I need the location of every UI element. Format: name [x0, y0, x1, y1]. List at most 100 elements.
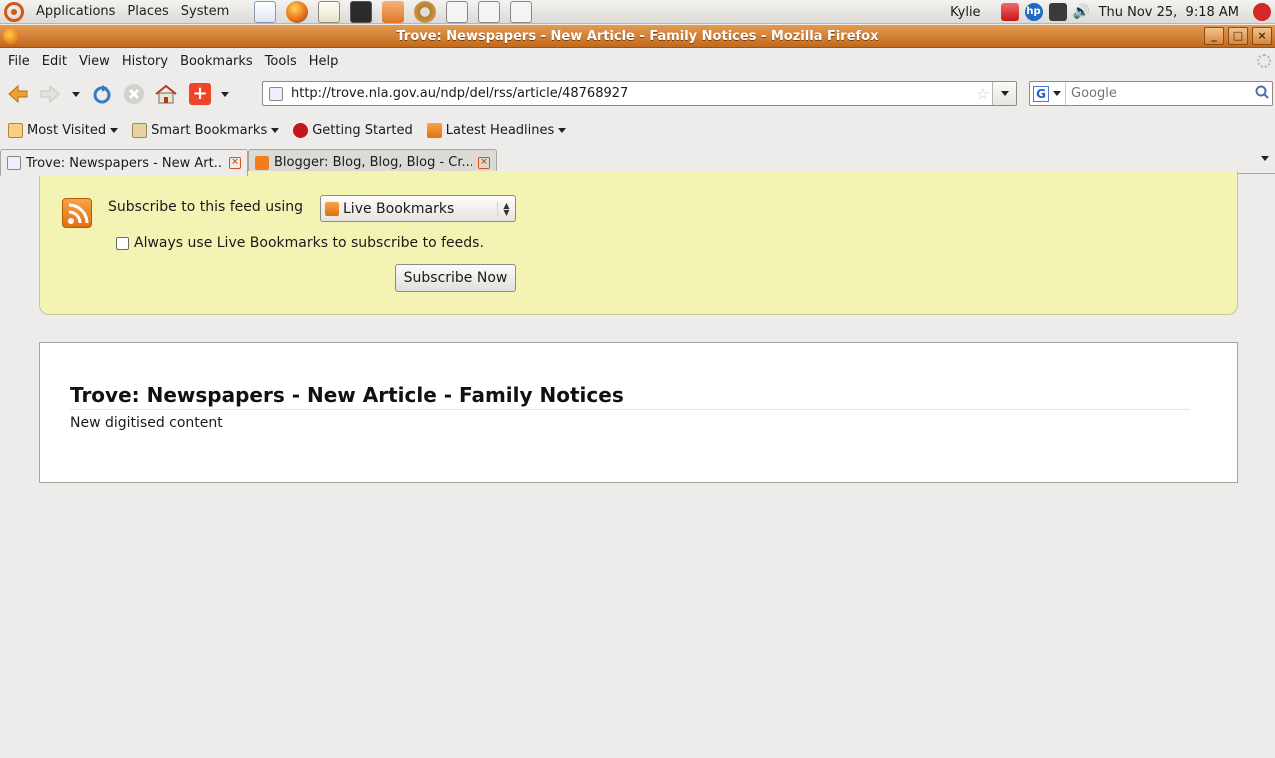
menu-bookmarks[interactable]: Bookmarks	[174, 54, 259, 69]
search-engine-caret-icon	[1053, 91, 1061, 96]
addthis-dropdown-button[interactable]	[218, 80, 232, 108]
stop-button[interactable]	[120, 80, 148, 108]
menu-view[interactable]: View	[73, 54, 116, 69]
tab-list-dropdown-icon[interactable]	[1261, 156, 1269, 161]
blogger-favicon-icon	[255, 155, 269, 170]
home-button[interactable]	[152, 80, 180, 108]
always-use-label[interactable]: Always use Live Bookmarks to subscribe t…	[134, 235, 484, 251]
search-go-button[interactable]	[1252, 85, 1272, 103]
menu-file[interactable]: File	[2, 54, 36, 69]
gnome-top-panel: Applications Places System Kylie hp 🔊 Th…	[0, 0, 1275, 24]
places-menu[interactable]: Places	[121, 0, 174, 24]
addthis-button[interactable]: +	[186, 80, 214, 108]
site-favicon-icon	[7, 156, 21, 170]
window-titlebar: Trove: Newspapers - New Article - Family…	[0, 25, 1275, 48]
folder-icon	[132, 122, 148, 138]
site-identity-icon[interactable]	[269, 86, 283, 101]
reload-button[interactable]	[88, 80, 116, 108]
dropdown-caret-icon	[110, 127, 119, 133]
back-button[interactable]	[4, 80, 32, 108]
most-visited-icon	[8, 122, 23, 138]
home-icon	[155, 84, 177, 104]
firefox-launcher-icon[interactable]	[286, 0, 309, 23]
google-icon: G	[1033, 85, 1049, 102]
applications-menu[interactable]: Applications	[30, 0, 121, 24]
minimize-button[interactable]: _	[1204, 27, 1224, 45]
stop-icon	[124, 84, 144, 104]
bookmark-smart-bookmarks[interactable]: Smart Bookmarks	[128, 122, 283, 138]
bookmark-label: Smart Bookmarks	[151, 122, 268, 138]
tab-label: Blogger: Blog, Blog, Blog - Cr...	[274, 155, 472, 170]
menu-history[interactable]: History	[116, 54, 174, 69]
close-tab-icon[interactable]: ×	[478, 156, 490, 169]
system-menu[interactable]: System	[175, 0, 235, 24]
subscribe-now-button[interactable]: Subscribe Now	[395, 264, 516, 292]
plus-icon: +	[189, 83, 211, 105]
volume-icon[interactable]: 🔊	[1073, 3, 1091, 21]
bookmark-latest-headlines[interactable]: Latest Headlines	[423, 122, 571, 138]
bookmark-label: Most Visited	[27, 122, 107, 138]
notes-launcher-icon[interactable]	[318, 0, 341, 23]
hp-printer-icon[interactable]: hp	[1024, 3, 1043, 21]
forward-button[interactable]	[36, 80, 64, 108]
always-use-row: Always use Live Bookmarks to subscribe t…	[116, 235, 484, 251]
bookmark-star-icon[interactable]: ☆	[974, 85, 992, 103]
navigation-toolbar: + http://trove.nla.gov.au/ndp/del/rss/ar…	[0, 76, 1275, 112]
shutdown-icon[interactable]	[1253, 3, 1271, 21]
workspace-2-icon[interactable]	[478, 0, 501, 23]
search-bar[interactable]: G	[1029, 81, 1273, 106]
panel-username[interactable]: Kylie	[950, 5, 981, 20]
feed-subtitle: New digitised content	[70, 415, 223, 431]
reload-icon	[93, 85, 111, 104]
search-input[interactable]	[1066, 86, 1252, 101]
rss-waves-icon	[68, 203, 89, 224]
firefox-getting-started-icon	[293, 122, 309, 138]
select-arrows-icon: ▲ ▼	[497, 201, 515, 216]
tab-label: Trove: Newspapers - New Art...	[26, 155, 223, 171]
maximize-button[interactable]: □	[1228, 27, 1248, 45]
addthis-caret-icon	[221, 91, 229, 97]
tab-strip: Trove: Newspapers - New Art... × Blogger…	[0, 146, 1275, 176]
text-editor-launcher-icon[interactable]	[254, 0, 277, 23]
close-window-button[interactable]: ×	[1252, 27, 1272, 45]
panel-clock[interactable]: Thu Nov 25, 9:18 AM	[1099, 5, 1239, 20]
feed-title: Trove: Newspapers - New Article - Family…	[70, 383, 1190, 410]
rss-feed-icon	[62, 198, 92, 228]
bookmark-getting-started[interactable]: Getting Started	[289, 122, 417, 138]
feed-subscribe-box: Subscribe to this feed using Live Bookma…	[39, 171, 1238, 315]
url-dropdown-caret-icon	[1000, 91, 1009, 96]
bookmark-label: Getting Started	[312, 122, 413, 138]
dropdown-caret-icon	[271, 127, 280, 133]
firefox-window-icon[interactable]	[3, 28, 19, 44]
menu-tools[interactable]: Tools	[259, 54, 303, 69]
menu-edit[interactable]: Edit	[36, 54, 73, 69]
bookmark-label: Latest Headlines	[445, 122, 555, 138]
window-title: Trove: Newspapers - New Article - Family…	[396, 28, 879, 44]
url-history-dropdown[interactable]	[992, 82, 1016, 105]
bookmarks-toolbar: Most Visited Smart Bookmarks Getting Sta…	[0, 118, 1275, 142]
download-notify-icon[interactable]	[1000, 3, 1019, 21]
close-tab-icon[interactable]: ×	[229, 157, 241, 169]
subscribe-using-label: Subscribe to this feed using	[108, 199, 304, 215]
back-arrow-icon	[8, 85, 28, 103]
history-dropdown-button[interactable]	[68, 80, 84, 108]
magnifier-icon	[1255, 85, 1269, 99]
terminal-launcher-icon[interactable]	[350, 0, 373, 23]
bookmark-most-visited[interactable]: Most Visited	[4, 122, 122, 138]
feed-reader-select[interactable]: Live Bookmarks ▲ ▼	[320, 195, 516, 222]
ubuntu-logo-icon[interactable]	[4, 1, 24, 22]
menu-help[interactable]: Help	[303, 54, 345, 69]
workspace-1-icon[interactable]	[446, 0, 469, 23]
menu-bar: File Edit View History Bookmarks Tools H…	[0, 49, 1275, 73]
rss-icon	[426, 122, 442, 138]
forward-arrow-icon	[40, 85, 60, 103]
home-folder-launcher-icon[interactable]	[382, 0, 405, 23]
search-engine-selector[interactable]: G	[1030, 82, 1066, 105]
tab-trove[interactable]: Trove: Newspapers - New Art... ×	[0, 149, 248, 176]
trash-launcher-icon[interactable]	[510, 0, 533, 23]
always-use-checkbox[interactable]	[116, 236, 129, 250]
url-text[interactable]: http://trove.nla.gov.au/ndp/del/rss/arti…	[289, 86, 974, 101]
settings-launcher-icon[interactable]	[414, 0, 437, 23]
network-icon[interactable]	[1048, 3, 1067, 21]
url-bar[interactable]: http://trove.nla.gov.au/ndp/del/rss/arti…	[262, 81, 1017, 106]
